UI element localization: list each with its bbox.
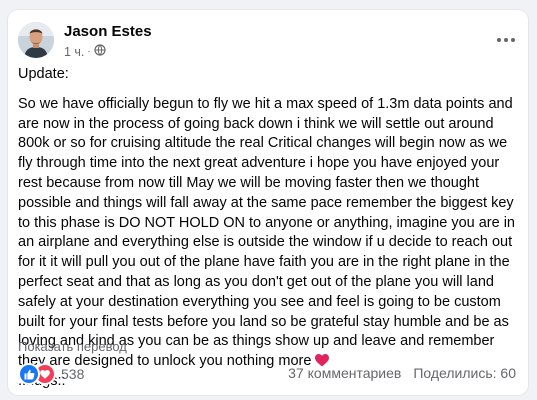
shares-count[interactable]: Поделились: 60 (413, 365, 516, 381)
post-meta: 1 ч. · (64, 44, 106, 59)
comments-count[interactable]: 37 комментариев (288, 365, 401, 381)
like-reaction-icon (18, 363, 40, 385)
author-name[interactable]: Jason Estes (64, 23, 152, 40)
post-header: Jason Estes 1 ч. · (18, 22, 518, 62)
post-text-content: So we have officially begun to fly we hi… (18, 95, 516, 370)
avatar[interactable] (18, 22, 54, 58)
engagement-counts: 37 комментариев Поделились: 60 (288, 365, 516, 381)
update-label: Update: (18, 66, 69, 82)
post-card: Jason Estes 1 ч. · Update: So we have of… (8, 10, 528, 395)
globe-icon (94, 44, 106, 59)
post-footer: 538 37 комментариев Поделились: 60 (18, 363, 516, 385)
meta-separator: · (87, 46, 91, 57)
reactions-summary[interactable]: 538 (18, 363, 84, 385)
more-options-icon[interactable] (494, 30, 518, 50)
translate-link[interactable]: Показать перевод (18, 339, 127, 354)
reaction-count[interactable]: 538 (61, 366, 84, 382)
post-time[interactable]: 1 ч. (64, 45, 84, 59)
